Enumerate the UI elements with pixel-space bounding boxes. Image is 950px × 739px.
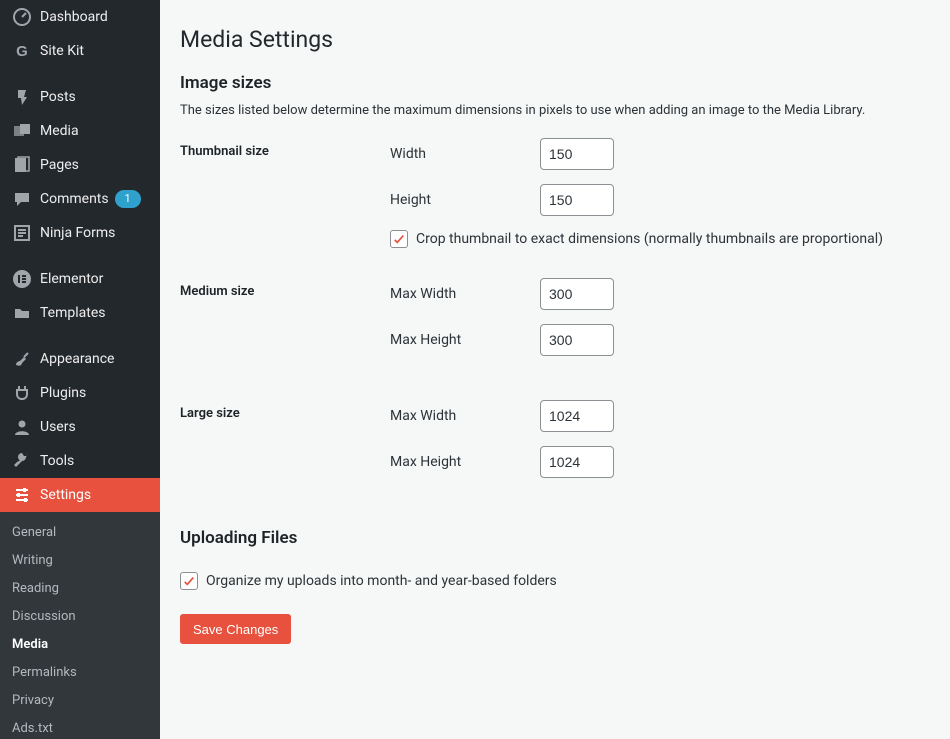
sidebar-item-appearance[interactable]: Appearance — [0, 342, 160, 376]
sidebar-item-media[interactable]: Media — [0, 114, 160, 148]
sidebar-item-posts[interactable]: Posts — [0, 80, 160, 114]
sidebar-item-label: Elementor — [40, 271, 103, 287]
settings-sub-permalinks[interactable]: Permalinks — [0, 658, 160, 686]
sidebar-item-plugins[interactable]: Plugins — [0, 376, 160, 410]
form-icon — [12, 223, 32, 243]
sidebar-item-templates[interactable]: Templates — [0, 296, 160, 330]
medium-heading: Medium size — [180, 278, 390, 299]
sidebar-item-users[interactable]: Users — [0, 410, 160, 444]
pin-icon — [12, 87, 32, 107]
sidebar-item-label: Comments — [40, 191, 109, 207]
row-large-size: Large size Max Width Max Height — [180, 400, 928, 492]
thumbnail-width-label: Width — [390, 146, 540, 162]
section-image-sizes: Image sizes — [180, 73, 928, 93]
comments-badge: 1 — [115, 190, 141, 208]
large-max-width-input[interactable] — [540, 400, 614, 432]
sidebar-item-elementor[interactable]: Elementor — [0, 262, 160, 296]
check-icon — [393, 233, 405, 245]
section-uploading-files: Uploading Files — [180, 528, 928, 548]
image-sizes-description: The sizes listed below determine the max… — [180, 103, 928, 118]
media-icon — [12, 121, 32, 141]
pages-icon — [12, 155, 32, 175]
settings-sub-media[interactable]: Media — [0, 630, 160, 658]
row-medium-size: Medium size Max Width Max Height — [180, 278, 928, 370]
thumbnail-crop-label: Crop thumbnail to exact dimensions (norm… — [416, 231, 883, 247]
content-area: Media Settings Image sizes The sizes lis… — [160, 0, 950, 739]
sidebar-item-site-kit[interactable]: Site Kit — [0, 34, 160, 68]
menu-separator — [0, 68, 160, 80]
large-heading: Large size — [180, 400, 390, 421]
settings-sub-discussion[interactable]: Discussion — [0, 602, 160, 630]
sidebar-item-ninja-forms[interactable]: Ninja Forms — [0, 216, 160, 250]
sidebar-item-label: Site Kit — [40, 43, 84, 59]
thumbnail-crop-checkbox[interactable] — [390, 230, 408, 248]
folder-icon — [12, 303, 32, 323]
sidebar-item-label: Dashboard — [40, 9, 108, 25]
large-max-height-label: Max Height — [390, 454, 540, 470]
settings-sub-adstxt[interactable]: Ads.txt — [0, 714, 160, 739]
sidebar-item-dashboard[interactable]: Dashboard — [0, 0, 160, 34]
large-max-height-input[interactable] — [540, 446, 614, 478]
thumbnail-height-label: Height — [390, 192, 540, 208]
dashboard-icon — [12, 7, 32, 27]
settings-sub-privacy[interactable]: Privacy — [0, 686, 160, 714]
menu-separator — [0, 330, 160, 342]
settings-sub-general[interactable]: General — [0, 518, 160, 546]
sidebar-item-label: Ninja Forms — [40, 225, 115, 241]
page-title: Media Settings — [180, 26, 928, 53]
sidebar-item-label: Appearance — [40, 351, 114, 367]
plug-icon — [12, 383, 32, 403]
organize-uploads-label: Organize my uploads into month- and year… — [206, 573, 557, 589]
user-icon — [12, 417, 32, 437]
sidebar-item-label: Tools — [40, 453, 74, 469]
menu-separator — [0, 250, 160, 262]
sliders-icon — [12, 485, 32, 505]
comment-icon — [12, 189, 32, 209]
save-changes-button[interactable]: Save Changes — [180, 614, 291, 644]
sidebar-item-label: Posts — [40, 89, 76, 105]
large-max-width-label: Max Width — [390, 408, 540, 424]
sidebar-item-label: Media — [40, 123, 79, 139]
thumbnail-heading: Thumbnail size — [180, 138, 390, 159]
check-icon — [183, 575, 195, 587]
sidebar-item-pages[interactable]: Pages — [0, 148, 160, 182]
medium-max-width-input[interactable] — [540, 278, 614, 310]
admin-sidebar: Dashboard Site Kit Posts Media Pages Comments… — [0, 0, 160, 739]
sidebar-item-label: Templates — [40, 305, 106, 321]
organize-uploads-checkbox[interactable] — [180, 572, 198, 590]
medium-max-width-label: Max Width — [390, 286, 540, 302]
thumbnail-width-input[interactable] — [540, 138, 614, 170]
sidebar-item-label: Users — [40, 419, 76, 435]
row-thumbnail-size: Thumbnail size Width Height Crop — [180, 138, 928, 248]
medium-max-height-input[interactable] — [540, 324, 614, 356]
sidebar-item-tools[interactable]: Tools — [0, 444, 160, 478]
thumbnail-height-input[interactable] — [540, 184, 614, 216]
medium-max-height-label: Max Height — [390, 332, 540, 348]
sidebar-item-comments[interactable]: Comments 1 — [0, 182, 160, 216]
sitekit-icon — [12, 41, 32, 61]
sidebar-item-settings[interactable]: Settings — [0, 478, 160, 512]
settings-sub-reading[interactable]: Reading — [0, 574, 160, 602]
sidebar-item-label: Pages — [40, 157, 79, 173]
wrench-icon — [12, 451, 32, 471]
sidebar-item-label: Plugins — [40, 385, 86, 401]
settings-sub-writing[interactable]: Writing — [0, 546, 160, 574]
elementor-icon — [12, 269, 32, 289]
sidebar-item-label: Settings — [40, 487, 91, 503]
brush-icon — [12, 349, 32, 369]
